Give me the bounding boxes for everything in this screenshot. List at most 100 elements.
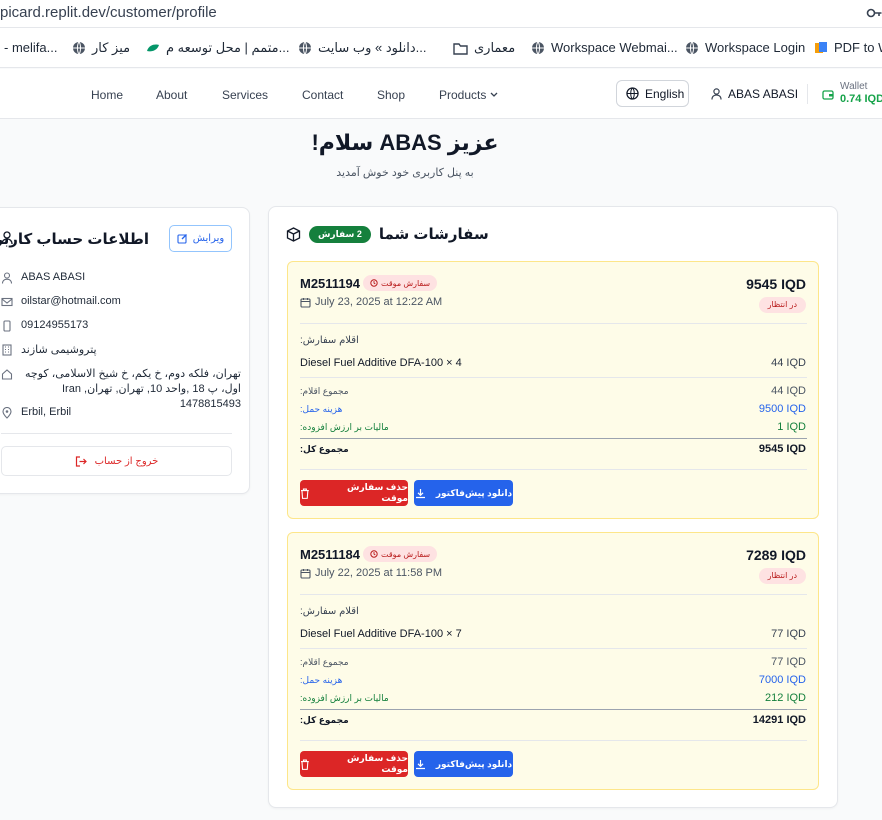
pdf-icon: [815, 41, 827, 53]
order-date-text: July 22, 2025 at 11:58 PM: [315, 567, 442, 579]
grand-total-value: 14291 IQD: [752, 714, 806, 726]
language-label: English: [645, 86, 685, 101]
bookmark-pdf-to-word[interactable]: PDF to W: [814, 40, 882, 55]
nav-services[interactable]: Services: [222, 88, 268, 102]
chevron-down-icon: [490, 92, 498, 97]
user-icon: [711, 88, 722, 100]
divider: [300, 648, 807, 649]
download-invoice-button[interactable]: دانلود پیش‌فاکتور: [414, 751, 513, 777]
divider: [300, 323, 807, 324]
temp-order-badge: سفارش موقت: [363, 546, 438, 562]
order-id: M2511194: [300, 276, 361, 291]
order-date-text: July 23, 2025 at 12:22 AM: [315, 296, 443, 308]
account-email-row: oilstar@hotmail.com: [1, 295, 121, 308]
account-info-card: اطلاعات حساب کاربری ویرایش ABAS ABASI oi…: [0, 207, 250, 494]
building-icon: [2, 344, 12, 356]
globe-icon: [73, 41, 85, 55]
shipping-label: هزینه حمل:: [300, 404, 343, 414]
download-invoice-button[interactable]: دانلود پیش‌فاکتور: [414, 480, 513, 506]
bookmark-architecture[interactable]: معماری: [453, 40, 515, 56]
bookmark-workspace-login[interactable]: Workspace Login: [685, 40, 805, 55]
status-badge: در انتظار: [758, 297, 806, 313]
wallet-label: Wallet: [840, 81, 868, 92]
clock-icon: [370, 550, 378, 558]
delete-temp-order-button[interactable]: حذف سفارش موقت: [300, 480, 408, 506]
divider: [300, 709, 807, 710]
order-id: M2511184: [300, 547, 361, 562]
logout-label: خروج از حساب: [94, 455, 159, 467]
globe-icon: [686, 41, 698, 54]
grand-total-value: 9545 IQD: [758, 443, 806, 455]
bookmark-download[interactable]: دانلود » وب سایت...: [298, 40, 427, 56]
bookmark-melifa[interactable]: - melifa...: [4, 40, 57, 55]
account-name-row: ABAS ABASI: [1, 271, 85, 284]
subtotal-value: 77 IQD: [771, 656, 806, 668]
shipping-label: هزینه حمل:: [300, 675, 343, 685]
package-icon: [286, 226, 301, 242]
order-date: July 23, 2025 at 12:22 AM: [300, 296, 442, 308]
bookmark-label: متمم | محل توسعه م...: [166, 40, 290, 55]
bookmark-workdesk[interactable]: میز کار: [72, 40, 130, 56]
nav-products[interactable]: Products: [439, 88, 498, 102]
order-date: July 22, 2025 at 11:58 PM: [300, 567, 442, 579]
leaf-icon: [147, 44, 159, 52]
account-phone-row: 09124955173: [1, 319, 88, 332]
user-name: ABAS ABASI: [728, 87, 799, 101]
divider: [300, 594, 807, 595]
nav-about[interactable]: About: [156, 88, 187, 102]
order-item-price: 44 IQD: [771, 357, 806, 369]
edit-icon: [177, 234, 187, 244]
temp-order-badge: سفارش موقت: [363, 275, 438, 291]
edit-account-button[interactable]: ویرایش: [169, 225, 232, 252]
logout-icon: [75, 455, 87, 467]
divider: [300, 377, 807, 378]
map-pin-icon: [2, 407, 12, 419]
divider: [300, 438, 807, 439]
account-title: اطلاعات حساب کاربری: [0, 231, 149, 248]
delete-temp-order-button[interactable]: حذف سفارش موقت: [300, 751, 408, 777]
nav-divider: [807, 84, 808, 104]
items-label: اقلام سفارش:: [300, 606, 359, 617]
account-phone: 09124955173: [21, 319, 89, 331]
order-total: 7289 IQD: [746, 547, 806, 563]
page-title: عزیز ABAS سلام!: [311, 130, 499, 155]
bookmark-workspace-webmail[interactable]: Workspace Webmai...: [531, 40, 678, 55]
url-text[interactable]: picard.replit.dev/customer/profile: [0, 4, 217, 21]
bookmark-label: دانلود » وب سایت...: [318, 40, 427, 55]
download-icon: [415, 759, 425, 769]
shipping-value: 9500 IQD: [758, 403, 806, 415]
user-menu[interactable]: ABAS ABASI: [711, 87, 798, 101]
nav-home[interactable]: Home: [91, 88, 123, 102]
logout-button[interactable]: خروج از حساب: [1, 446, 232, 476]
nav-products-label: Products: [439, 88, 487, 102]
wallet-amount: 0.74 IQD: [840, 93, 882, 105]
wallet[interactable]: Wallet 0.74 IQD: [822, 81, 882, 105]
browser-url-bar[interactable]: picard.replit.dev/customer/profile: [0, 0, 882, 28]
tax-label: مالیات بر ارزش افزوده:: [300, 693, 389, 703]
delete-label: حذف سفارش موقت: [347, 482, 408, 503]
tax-label: مالیات بر ارزش افزوده:: [300, 422, 389, 432]
bookmark-label: میز کار: [92, 40, 131, 55]
key-icon[interactable]: [866, 5, 882, 21]
globe-icon: [532, 41, 544, 54]
divider: [300, 740, 807, 741]
language-button[interactable]: English: [616, 80, 689, 107]
download-label: دانلود پیش‌فاکتور: [435, 758, 513, 769]
calendar-icon: [300, 297, 311, 308]
edit-label: ویرایش: [192, 233, 225, 244]
calendar-icon: [300, 568, 311, 579]
orders-header: 2 سفارش سفارشات شما: [286, 225, 489, 243]
subtotal-label: مجموع اقلام:: [300, 386, 349, 396]
items-label: اقلام سفارش:: [300, 335, 359, 346]
home-icon: [1, 369, 13, 380]
tax-value: 212 IQD: [765, 692, 806, 704]
divider: [300, 469, 807, 470]
globe-icon: [626, 87, 639, 100]
download-icon: [415, 488, 425, 498]
bookmark-motamem[interactable]: متمم | محل توسعه م...: [146, 40, 289, 56]
bookmark-label: Workspace Login: [705, 40, 806, 55]
account-company: پتروشیمی شازند: [21, 344, 97, 356]
order-card: M2511184 سفارش موقت July 22, 2025 at 11:…: [287, 532, 819, 790]
nav-contact[interactable]: Contact: [302, 88, 343, 102]
nav-shop[interactable]: Shop: [377, 88, 405, 102]
